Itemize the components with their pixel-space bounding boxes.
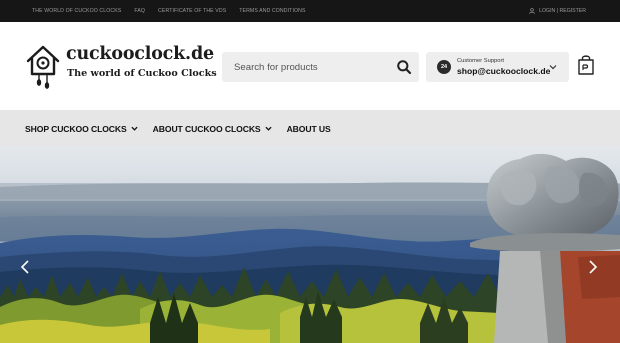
search-icon[interactable] — [396, 59, 412, 75]
customer-support-dropdown[interactable]: 24 Customer Support shop@cuckooclock.de — [426, 52, 569, 82]
search-input[interactable] — [222, 52, 392, 82]
cuckoo-house-icon[interactable] — [25, 43, 61, 89]
site-header: cuckooclock.de The world of Cuckoo Clock… — [0, 22, 620, 110]
chevron-down-icon — [549, 65, 557, 70]
login-label: LOGIN | REGISTER — [539, 8, 586, 14]
support-email[interactable]: shop@cuckooclock.de — [457, 66, 550, 76]
nav-item-label: ABOUT US — [286, 123, 331, 134]
nav-item-about-cuckoo-clocks[interactable]: ABOUT CUCKOO CLOCKS — [153, 124, 272, 134]
chevron-right-icon[interactable] — [588, 259, 598, 275]
hero-landscape-image — [0, 147, 620, 343]
top-nav: THE WORLD OF CUCKOO CLOCKS FAQ CERTIFICA… — [32, 0, 306, 22]
chevron-down-icon — [131, 126, 138, 131]
chevron-down-icon — [264, 126, 272, 131]
login-register-link[interactable]: LOGIN | REGISTER — [529, 0, 586, 22]
nav-item-label: ABOUT CUCKOO CLOCKS — [152, 123, 261, 134]
support-label: Customer Support — [457, 58, 505, 64]
shopping-bag-icon[interactable] — [577, 54, 595, 76]
logo-title[interactable]: cuckooclock.de — [66, 44, 214, 64]
top-link-certificate[interactable]: CERTIFICATE OF THE VDS — [158, 8, 226, 14]
nav-item-label: SHOP CUCKOO CLOCKS — [25, 123, 127, 134]
main-navigation: SHOP CUCKOO CLOCKS ABOUT CUCKOO CLOCKS A… — [0, 110, 620, 147]
top-bar: THE WORLD OF CUCKOO CLOCKS FAQ CERTIFICA… — [0, 0, 620, 22]
top-link-world-of-cuckoo-clocks[interactable]: THE WORLD OF CUCKOO CLOCKS — [32, 8, 121, 14]
24h-support-icon: 24 — [437, 60, 451, 74]
search-bar — [222, 52, 419, 82]
nav-item-about-us[interactable]: ABOUT US — [287, 124, 331, 134]
hero-slider — [0, 147, 620, 343]
top-link-faq[interactable]: FAQ — [134, 8, 145, 14]
chevron-left-icon[interactable] — [20, 259, 30, 275]
nav-item-shop-cuckoo-clocks[interactable]: SHOP CUCKOO CLOCKS — [25, 124, 138, 134]
logo-tagline: The world of Cuckoo Clocks — [67, 68, 217, 79]
user-icon — [529, 8, 535, 14]
top-link-terms[interactable]: TERMS AND CONDITIONS — [239, 8, 305, 14]
